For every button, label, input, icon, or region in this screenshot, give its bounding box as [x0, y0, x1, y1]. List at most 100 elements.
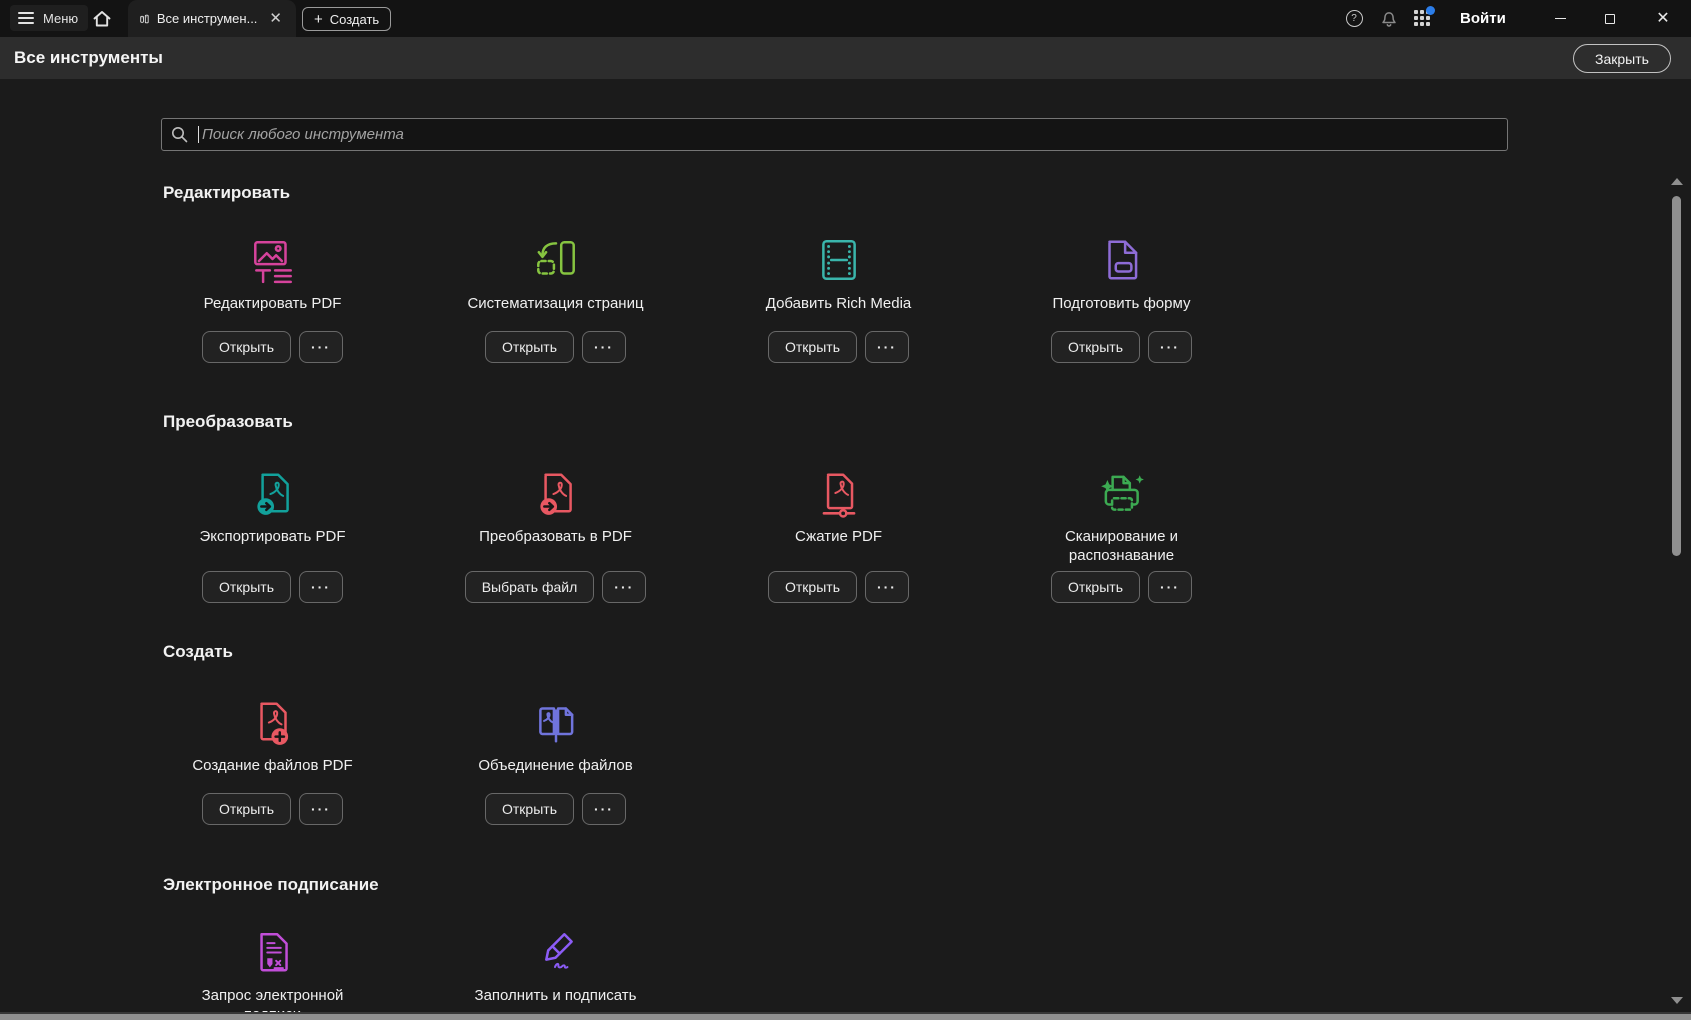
more-options-button[interactable]: ···	[1148, 331, 1192, 363]
tool-grid-esign: Запрос электронной подписи Заполнить и п…	[131, 927, 1263, 1020]
section-title-edit: Редактировать	[163, 183, 290, 203]
create-label: Создать	[330, 12, 379, 27]
scan-ocr-icon	[1097, 468, 1147, 518]
tool-label: Добавить Rich Media	[766, 294, 912, 313]
close-icon: ✕	[1656, 11, 1669, 27]
tool-card-scan-ocr: Сканирование и распознавание Открыть ···	[980, 468, 1263, 603]
window-bottom-edge	[0, 1012, 1691, 1020]
tool-label: Систематизация страниц	[467, 294, 643, 313]
more-options-button[interactable]: ···	[299, 331, 343, 363]
more-options-button[interactable]: ···	[582, 793, 626, 825]
notification-dot	[1426, 6, 1435, 15]
open-button[interactable]: Открыть	[768, 331, 857, 363]
section-title-convert: Преобразовать	[163, 412, 293, 432]
create-pdf-icon	[248, 697, 298, 747]
create-button[interactable]: + Создать	[302, 7, 391, 31]
tool-grid-create: Создание файлов PDF Открыть ··· Об	[131, 697, 1263, 825]
home-button[interactable]	[88, 5, 116, 31]
more-options-button[interactable]: ···	[865, 571, 909, 603]
notifications-button[interactable]	[1375, 0, 1403, 37]
open-button[interactable]: Открыть	[485, 793, 574, 825]
tool-card-fill-sign: Заполнить и подписать	[414, 927, 697, 1020]
tool-label: Сканирование и распознавание	[1042, 527, 1202, 565]
home-icon	[92, 9, 112, 28]
tool-grid-edit: Редактировать PDF Открыть ··· Систематиз…	[131, 235, 1263, 363]
export-pdf-icon	[248, 468, 298, 518]
plus-icon: +	[314, 12, 323, 27]
open-button[interactable]: Открыть	[202, 331, 291, 363]
compress-pdf-icon	[814, 468, 864, 518]
window-maximize-button[interactable]	[1590, 0, 1630, 37]
tool-card-compress-pdf: Сжатие PDF Открыть ···	[697, 468, 980, 603]
menu-label: Меню	[43, 11, 78, 26]
apps-grid-icon	[1414, 10, 1431, 27]
open-button[interactable]: Открыть	[202, 793, 291, 825]
search-input[interactable]	[161, 118, 1508, 151]
tool-card-edit-pdf: Редактировать PDF Открыть ···	[131, 235, 414, 363]
section-title-create: Создать	[163, 642, 233, 662]
organize-pages-icon	[531, 235, 581, 285]
tab-label: Все инструмен...	[157, 11, 258, 26]
open-button[interactable]: Открыть	[768, 571, 857, 603]
choose-file-button[interactable]: Выбрать файл	[465, 571, 595, 603]
section-title-esign: Электронное подписание	[163, 875, 379, 895]
open-button[interactable]: Открыть	[1051, 571, 1140, 603]
text-cursor	[198, 126, 199, 143]
tool-card-create-pdf: Создание файлов PDF Открыть ···	[131, 697, 414, 825]
all-tools-icon	[140, 11, 149, 27]
signin-button[interactable]: Войти	[1452, 0, 1514, 37]
tool-card-convert-pdf: Преобразовать в PDF Выбрать файл ···	[414, 468, 697, 603]
more-options-button[interactable]: ···	[865, 331, 909, 363]
hamburger-icon	[18, 12, 34, 24]
help-icon: ?	[1346, 10, 1363, 27]
tool-card-request-signatures: Запрос электронной подписи	[131, 927, 414, 1020]
tool-card-organize-pages: Систематизация страниц Открыть ···	[414, 235, 697, 363]
tool-label: Сжатие PDF	[795, 527, 882, 565]
window-close-button[interactable]: ✕	[1643, 0, 1683, 37]
menu-button[interactable]: Меню	[10, 5, 88, 31]
rich-media-icon	[814, 235, 864, 285]
tab-close-icon[interactable]: ✕	[265, 9, 286, 28]
tool-card-combine-files: Объединение файлов Открыть ···	[414, 697, 697, 825]
bell-icon	[1380, 9, 1398, 28]
scrollbar-up-arrow[interactable]	[1671, 178, 1683, 185]
more-options-button[interactable]: ···	[602, 571, 646, 603]
tool-label: Экспортировать PDF	[199, 527, 345, 565]
page-header: Все инструменты Закрыть	[0, 37, 1691, 79]
scrollbar-down-arrow[interactable]	[1671, 997, 1683, 1004]
tool-label: Заполнить и подписать	[475, 986, 637, 1005]
more-options-button[interactable]: ···	[1148, 571, 1192, 603]
all-tools-panel: Редактировать Редактировать PDF Открыть …	[0, 79, 1691, 1020]
open-button[interactable]: Открыть	[1051, 331, 1140, 363]
open-button[interactable]: Открыть	[485, 331, 574, 363]
edit-pdf-icon	[248, 235, 298, 285]
tool-card-prepare-form: Подготовить форму Открыть ···	[980, 235, 1263, 363]
prepare-form-icon	[1097, 235, 1147, 285]
open-button[interactable]: Открыть	[202, 571, 291, 603]
tool-label: Подготовить форму	[1053, 294, 1191, 313]
help-button[interactable]: ?	[1340, 0, 1368, 37]
tool-label: Создание файлов PDF	[192, 756, 352, 775]
more-options-button[interactable]: ···	[299, 571, 343, 603]
combine-files-icon	[531, 697, 581, 747]
page-title: Все инструменты	[14, 37, 163, 79]
search-bar	[161, 118, 1508, 151]
fill-sign-icon	[531, 927, 581, 977]
maximize-icon	[1605, 14, 1615, 24]
scrollbar-thumb[interactable]	[1672, 196, 1681, 556]
tool-card-export-pdf: Экспортировать PDF Открыть ···	[131, 468, 414, 603]
more-options-button[interactable]: ···	[299, 793, 343, 825]
tool-label: Редактировать PDF	[204, 294, 342, 313]
more-options-button[interactable]: ···	[582, 331, 626, 363]
tool-card-rich-media: Добавить Rich Media Открыть ···	[697, 235, 980, 363]
close-page-button[interactable]: Закрыть	[1573, 44, 1671, 73]
apps-button[interactable]	[1408, 0, 1436, 37]
minimize-icon	[1555, 18, 1566, 19]
titlebar: Меню Все инструмен... ✕ + Создать ?	[0, 0, 1691, 37]
tool-label: Объединение файлов	[478, 756, 632, 775]
tab-all-tools[interactable]: Все инструмен... ✕	[128, 0, 296, 37]
convert-pdf-icon	[531, 468, 581, 518]
tool-label: Преобразовать в PDF	[479, 527, 632, 565]
tool-grid-convert: Экспортировать PDF Открыть ··· Преобразо…	[131, 468, 1263, 603]
window-minimize-button[interactable]	[1540, 0, 1580, 37]
